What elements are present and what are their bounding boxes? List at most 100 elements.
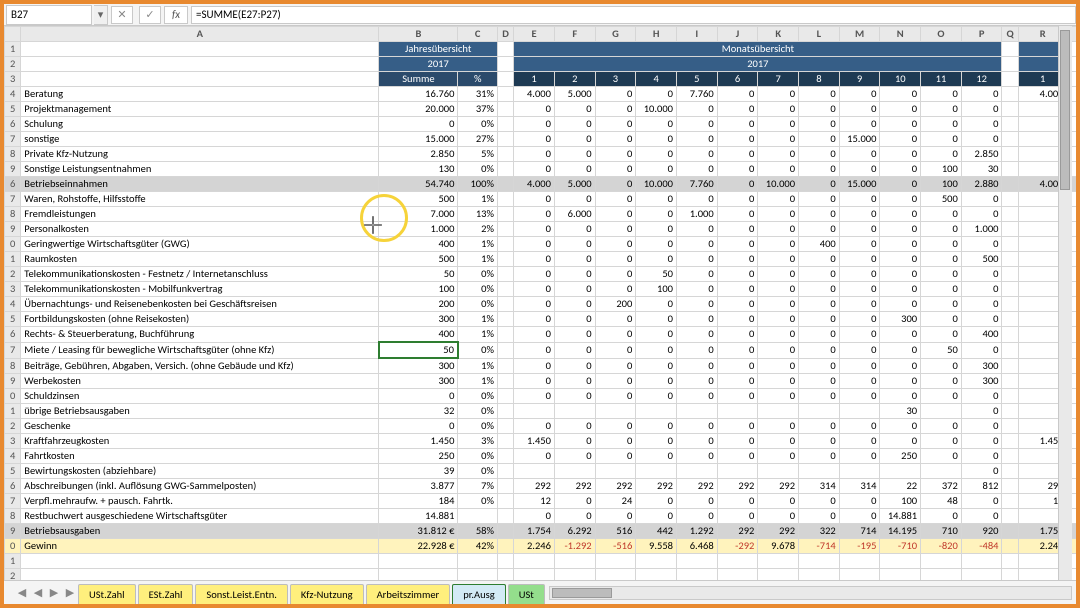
cell-month[interactable]: 0 xyxy=(880,389,921,404)
cell-month[interactable]: 2.246 xyxy=(514,539,555,554)
cell-label[interactable]: Geringwertige Wirtschaftsgüter (GWG) xyxy=(21,237,379,252)
cell-month[interactable]: 0 xyxy=(595,87,636,102)
cell-month[interactable]: 0 xyxy=(758,434,799,449)
cell-pct[interactable]: 1% xyxy=(458,358,498,374)
cell-month[interactable]: 714 xyxy=(839,524,880,539)
cell-month[interactable]: 0 xyxy=(799,449,840,464)
cell-sum[interactable]: 14.881 xyxy=(379,509,458,524)
cell-label[interactable]: Projektmanagement xyxy=(21,102,379,117)
cell-month[interactable]: 1.000 xyxy=(961,222,1002,237)
cell-month[interactable]: 0 xyxy=(839,374,880,389)
cell-month[interactable]: 0 xyxy=(839,207,880,222)
row-header[interactable]: 8 xyxy=(5,509,21,524)
cell-month[interactable]: 0 xyxy=(636,494,677,509)
cell-pct[interactable]: 1% xyxy=(458,327,498,343)
cell-month[interactable]: 0 xyxy=(676,509,717,524)
cell-label[interactable]: Sonstige Leistungsentnahmen xyxy=(21,162,379,177)
cell-month[interactable]: 0 xyxy=(839,434,880,449)
cell-month[interactable]: 0 xyxy=(595,282,636,297)
cell-month[interactable]: 30 xyxy=(880,404,921,419)
row-header[interactable]: 7 xyxy=(5,132,21,147)
cell-month[interactable]: 292 xyxy=(514,479,555,494)
cell-month[interactable]: 6.292 xyxy=(554,524,595,539)
column-header[interactable]: M xyxy=(839,27,880,42)
cell-month[interactable] xyxy=(636,569,677,581)
cell-month[interactable] xyxy=(554,554,595,569)
cell-sum[interactable]: 7.000 xyxy=(379,207,458,222)
cell-sum[interactable]: 54.740 xyxy=(379,177,458,192)
row-header[interactable]: 1 xyxy=(5,252,21,267)
cell-month[interactable] xyxy=(799,569,840,581)
cell-month[interactable]: 0 xyxy=(554,327,595,343)
cell-month[interactable]: 6.468 xyxy=(676,539,717,554)
cell-month[interactable]: 0 xyxy=(554,282,595,297)
cell-month[interactable] xyxy=(595,569,636,581)
cell-month[interactable]: 0 xyxy=(799,162,840,177)
cell-label[interactable]: Verpfl.mehraufw. + pausch. Fahrtk. xyxy=(21,494,379,509)
cell-month[interactable]: 812 xyxy=(961,479,1002,494)
cell-sum[interactable]: 50 xyxy=(379,267,458,282)
cell-month[interactable]: 0 xyxy=(514,192,555,207)
cell-month[interactable]: 0 xyxy=(676,374,717,389)
cell-label[interactable]: Bewirtungskosten (abziehbare) xyxy=(21,464,379,479)
cell-month[interactable]: 292 xyxy=(636,479,677,494)
cell-month[interactable]: 0 xyxy=(717,87,758,102)
sheet-tab[interactable]: Kfz-Nutzung xyxy=(290,584,364,604)
cell-sum[interactable]: 300 xyxy=(379,358,458,374)
cell-month[interactable] xyxy=(839,464,880,479)
cell-month[interactable]: 200 xyxy=(595,297,636,312)
cell-month[interactable]: 0 xyxy=(839,117,880,132)
cell-pct[interactable]: 0% xyxy=(458,464,498,479)
cell-month[interactable] xyxy=(717,569,758,581)
cell-month[interactable]: 1.450 xyxy=(514,434,555,449)
vertical-scrollbar[interactable] xyxy=(1058,26,1072,580)
cell-month[interactable]: 5.000 xyxy=(554,177,595,192)
cell-month[interactable] xyxy=(676,569,717,581)
cell-month[interactable]: 0 xyxy=(636,297,677,312)
cell-sum[interactable]: 400 xyxy=(379,237,458,252)
cell-month[interactable]: 15.000 xyxy=(839,132,880,147)
cell-month[interactable]: 0 xyxy=(554,434,595,449)
cell-pct[interactable]: 100% xyxy=(458,177,498,192)
cell-month[interactable]: 0 xyxy=(758,267,799,282)
column-header[interactable]: F xyxy=(554,27,595,42)
cell-pct[interactable]: 1% xyxy=(458,252,498,267)
cell-month[interactable]: 0 xyxy=(514,419,555,434)
cell-month[interactable]: 0 xyxy=(880,374,921,389)
cell-month[interactable]: 300 xyxy=(961,374,1002,389)
cell-month[interactable] xyxy=(921,569,962,581)
cell-month[interactable]: 0 xyxy=(717,509,758,524)
cell-month[interactable]: 0 xyxy=(880,207,921,222)
cell-month[interactable]: 0 xyxy=(717,237,758,252)
cell-month[interactable]: 500 xyxy=(961,252,1002,267)
cell-sum[interactable]: 3.877 xyxy=(379,479,458,494)
cell-month[interactable]: 0 xyxy=(554,358,595,374)
cell-month[interactable]: 0 xyxy=(961,464,1002,479)
cell-month[interactable]: 292 xyxy=(595,479,636,494)
cell-month[interactable]: -195 xyxy=(839,539,880,554)
cell-month[interactable]: 0 xyxy=(595,132,636,147)
cell-month[interactable]: 0 xyxy=(595,177,636,192)
cell-month[interactable]: 0 xyxy=(758,449,799,464)
cell-month[interactable]: 0 xyxy=(839,162,880,177)
cell-month[interactable]: 292 xyxy=(676,479,717,494)
name-box-dropdown[interactable]: ▾ xyxy=(94,5,108,25)
cell-label[interactable]: Beratung xyxy=(21,87,379,102)
cell-month[interactable]: 0 xyxy=(839,449,880,464)
horizontal-scrollbar[interactable] xyxy=(549,586,1072,600)
cell-month[interactable]: 0 xyxy=(514,252,555,267)
cell-month[interactable]: 0 xyxy=(758,252,799,267)
cell-label[interactable]: Kraftfahrzeugkosten xyxy=(21,434,379,449)
cell-month[interactable]: 0 xyxy=(636,419,677,434)
cell-month[interactable]: 0 xyxy=(717,147,758,162)
cell-label[interactable]: Telekommunikationskosten - Festnetz / In… xyxy=(21,267,379,282)
tab-nav-prev-icon[interactable]: ◀ xyxy=(32,587,44,599)
cell-month[interactable]: 0 xyxy=(595,327,636,343)
cell-label[interactable]: Miete / Leasing für bewegliche Wirtschaf… xyxy=(21,342,379,358)
cell-month[interactable]: 0 xyxy=(636,327,677,343)
cell-month[interactable]: 0 xyxy=(514,297,555,312)
cell-month[interactable] xyxy=(554,569,595,581)
cell-label[interactable]: Betriebseinnahmen xyxy=(21,177,379,192)
cell-sum[interactable]: 16.760 xyxy=(379,87,458,102)
cell-month[interactable]: 0 xyxy=(595,389,636,404)
